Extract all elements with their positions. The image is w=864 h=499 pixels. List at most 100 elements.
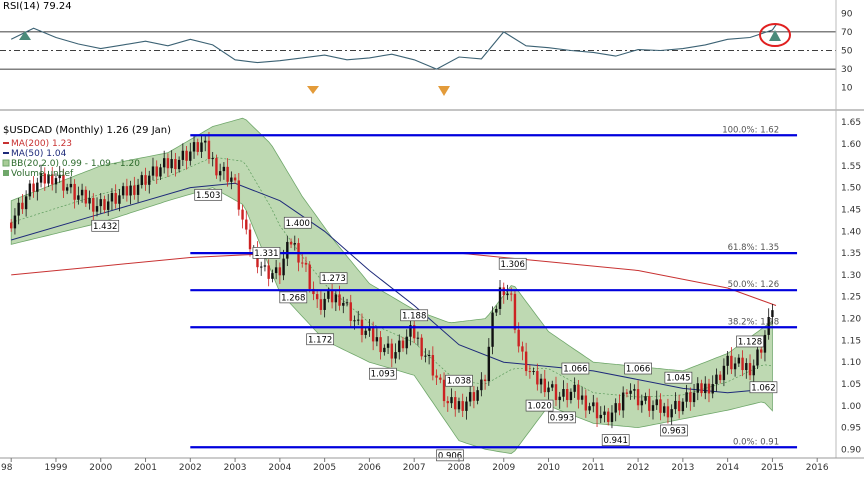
x-tick-label: 1999 <box>45 463 68 473</box>
candle-body <box>196 142 199 152</box>
rsi-tick-label: 90 <box>841 9 853 19</box>
annotation-label: 1.066 <box>563 365 587 375</box>
price-tick-label: 1.10 <box>841 358 861 368</box>
candle-body <box>248 229 252 250</box>
annotation-label: 1.045 <box>666 374 690 384</box>
fib-label: 61.8%: 1.35 <box>728 243 780 253</box>
candle-body <box>17 202 20 216</box>
candle-body <box>375 337 379 342</box>
candle-body <box>536 371 539 385</box>
candle-body <box>763 334 767 353</box>
candle-body <box>565 389 569 401</box>
fib-label: 38.2%: 1.18 <box>728 317 780 327</box>
annotation-label: 1.066 <box>626 365 650 375</box>
annotation-label: 1.306 <box>501 260 525 270</box>
annotation-label: 1.188 <box>402 311 426 321</box>
candle-body <box>480 379 483 391</box>
candle-body <box>595 402 599 419</box>
candle-body <box>159 167 162 177</box>
candle-body <box>289 241 293 245</box>
candle-body <box>80 189 84 196</box>
legend-ma200: MA(200) 1.23 <box>11 139 72 149</box>
candle-body <box>439 377 442 380</box>
candle-body <box>521 346 524 352</box>
candle-body <box>181 150 185 160</box>
candle-body <box>319 299 323 310</box>
price-tick-label: 1.00 <box>841 402 861 412</box>
annotation-label: 1.020 <box>527 402 551 412</box>
price-tick-label: 1.60 <box>841 140 861 150</box>
candle-body <box>659 399 662 413</box>
candle-body <box>733 363 737 370</box>
candle-body <box>274 267 278 274</box>
candle-body <box>323 298 326 310</box>
candle-body <box>524 351 528 372</box>
candle-body <box>756 349 759 366</box>
candle-body <box>222 166 226 172</box>
candle-body <box>121 186 125 196</box>
x-axis: 98 1999 2000 2001 2002 2003 2004 2005 2006 2007 20… <box>1 458 829 473</box>
candle-body <box>592 402 595 407</box>
candle-body <box>177 159 181 170</box>
candle-body <box>36 182 39 192</box>
price-tick-label: 1.40 <box>841 227 861 237</box>
candle-body <box>618 403 621 411</box>
rsi-tick-label: 10 <box>841 84 853 94</box>
candle-body <box>114 193 117 204</box>
candle-body <box>84 189 88 204</box>
candle-body <box>95 206 99 212</box>
price-title: $USDCAD (Monthly) 1.26 (29 Jan) <box>3 125 171 136</box>
candle-body <box>54 178 58 185</box>
annotation-label: 1.273 <box>321 274 345 284</box>
candle-body <box>364 330 367 335</box>
candle-body <box>584 395 588 411</box>
candle-body <box>211 158 214 160</box>
candle-body <box>730 355 733 370</box>
candle-body <box>625 392 629 394</box>
candle-body <box>103 199 106 210</box>
fib-label: 100.0%: 1.62 <box>722 125 779 135</box>
candle-body <box>760 349 763 353</box>
candle-body <box>92 197 95 212</box>
candle-body <box>237 180 241 210</box>
price-tick-label: 1.65 <box>841 118 861 128</box>
candle-body <box>77 195 80 200</box>
candle-body <box>468 392 472 402</box>
candle-body <box>353 320 356 322</box>
x-tick-label: 2008 <box>448 463 471 473</box>
candle-body <box>398 340 401 353</box>
candle-body <box>230 177 233 182</box>
candle-body <box>371 326 375 342</box>
candle-body <box>551 384 554 388</box>
x-tick-label: 2016 <box>806 463 829 473</box>
candle-body <box>696 383 699 393</box>
price-tick-label: 1.05 <box>841 380 861 390</box>
candle-body <box>301 262 304 264</box>
candle-body <box>327 291 330 299</box>
candle-body <box>648 396 651 411</box>
candle-body <box>457 401 461 410</box>
candle-body <box>427 355 431 357</box>
candle-body <box>308 264 311 289</box>
candle-body <box>241 209 244 220</box>
candle-body <box>304 262 308 265</box>
x-tick-label: 2000 <box>89 463 112 473</box>
candle-body <box>681 401 685 412</box>
annotation-label: 1.400 <box>286 219 310 229</box>
candle-body <box>442 379 446 402</box>
candle-body <box>24 196 28 210</box>
candle-body <box>386 343 390 348</box>
candle-body <box>215 158 218 176</box>
price-tick-label: 0.90 <box>841 445 861 455</box>
x-tick-label: 2007 <box>403 463 426 473</box>
x-tick-label: 2006 <box>358 463 381 473</box>
price-tick-label: 0.95 <box>841 424 861 434</box>
candle-body <box>110 193 114 202</box>
candle-body <box>334 294 338 303</box>
candle-body <box>726 355 729 366</box>
price-tick-label: 1.50 <box>841 184 861 194</box>
candle-body <box>349 302 352 321</box>
candle-body <box>745 363 748 371</box>
x-tick-label: 2004 <box>268 463 291 473</box>
candle-body <box>185 150 188 161</box>
